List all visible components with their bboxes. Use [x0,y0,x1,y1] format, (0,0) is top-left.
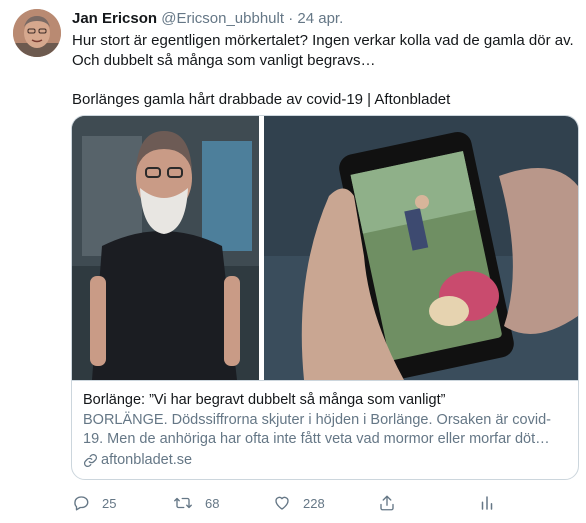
author-name[interactable]: Jan Ericson [72,10,157,27]
author-handle[interactable]: @Ericson_ubbhult [161,10,284,27]
card-domain-text: aftonbladet.se [101,452,193,468]
reply-button[interactable]: 25 [72,492,116,514]
link-icon [83,453,98,468]
tweet-date[interactable]: 24 apr. [297,10,343,27]
card-image-phone [264,116,578,380]
card-body[interactable]: Borlänge: ”Vi har begravt dubbelt så mån… [72,380,578,479]
like-icon [275,496,289,510]
tweet-text-line: Hur stort är egentligen mörkertalet? Ing… [72,32,574,49]
tweet-text-line: Borlänges gamla hårt drabbade av covid-1… [72,91,451,108]
separator: · [288,10,294,27]
like-button[interactable]: 228 [273,492,325,514]
share-button[interactable] [378,492,408,514]
card-domain: aftonbladet.se [83,451,567,470]
card-description: BORLÄNGE. Dödssiffrorna skjuter i höjden… [83,412,551,447]
avatar[interactable] [13,9,61,57]
retweet-icon [174,497,192,509]
share-icon [380,495,394,511]
tweet-text: Hur stort är egentligen mörkertalet? Ing… [72,31,577,110]
retweet-count: 68 [205,495,220,511]
like-count: 228 [303,495,325,511]
reply-count: 25 [102,495,117,511]
card-images[interactable] [72,116,578,380]
link-card[interactable]: Borlänge: ”Vi har begravt dubbelt så mån… [71,115,579,480]
tweet-actions: 25 68 228 [72,492,502,514]
card-image-portrait [72,116,259,380]
reply-icon [74,496,89,511]
retweet-button[interactable]: 68 [173,492,219,514]
analytics-button[interactable] [478,492,508,514]
card-title: Borlänge: ”Vi har begravt dubbelt så mån… [83,392,446,408]
tweet-text-line: Och dubbelt så många som vanligt begravs… [72,52,376,69]
tweet-header: Jan Ericson @Ericson_ubbhult · 24 apr. [72,9,343,29]
analytics-icon [481,496,493,510]
